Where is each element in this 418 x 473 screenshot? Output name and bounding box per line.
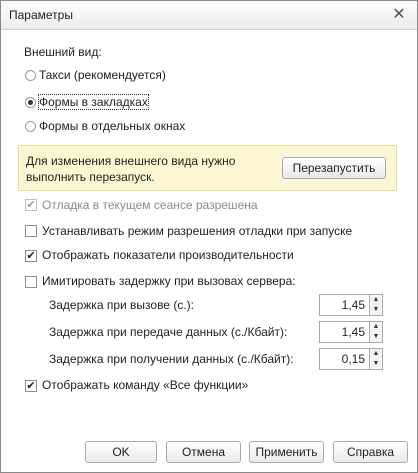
radio-label-windows[interactable]: Формы в отдельных окнах xyxy=(39,119,185,133)
delay-call-label: Задержка при вызове (с.): xyxy=(49,298,194,312)
spin-up-icon[interactable]: ▲ xyxy=(370,295,382,305)
radio-button-tabs[interactable] xyxy=(25,97,36,108)
delay-send-label: Задержка при передаче данных (с./Кбайт): xyxy=(49,325,288,339)
spin-up-icon[interactable]: ▲ xyxy=(370,349,382,359)
radio-button-taxi[interactable] xyxy=(25,70,36,81)
restart-notice: Для изменения внешнего вида нужно выполн… xyxy=(18,145,397,191)
window-title: Параметры xyxy=(9,8,73,22)
debug-on-start-checkbox[interactable] xyxy=(25,225,37,237)
restart-button[interactable]: Перезапустить xyxy=(282,157,386,179)
show-performance-label[interactable]: Отображать показатели производительности xyxy=(42,248,294,262)
debug-session-checkbox: ✔ xyxy=(25,199,37,211)
notice-text-line2: выполнить перезапуск. xyxy=(26,170,155,184)
show-all-functions-checkbox[interactable]: ✔ xyxy=(25,380,37,392)
radio-label-tabs[interactable]: Формы в закладках xyxy=(38,94,149,110)
simulate-delay-checkbox[interactable] xyxy=(25,276,37,288)
debug-on-start-label[interactable]: Устанавливать режим разрешения отладки п… xyxy=(42,224,352,238)
delay-call-field[interactable]: 1,45 xyxy=(319,294,370,316)
ok-button[interactable]: OK xyxy=(85,441,157,463)
debug-session-label: Отладка в текущем сеансе разрешена xyxy=(42,198,258,212)
delay-call-spinner[interactable]: ▲ ▼ xyxy=(370,294,383,316)
simulate-delay-label[interactable]: Имитировать задержку при вызовах сервера… xyxy=(42,274,296,288)
spin-down-icon[interactable]: ▼ xyxy=(370,359,382,369)
spin-up-icon[interactable]: ▲ xyxy=(370,322,382,332)
notice-text-line1: Для изменения внешнего вида нужно xyxy=(26,154,236,168)
spin-down-icon[interactable]: ▼ xyxy=(370,332,382,342)
parameters-dialog: Параметры ✕ Внешний вид: Такси (рекоменд… xyxy=(0,0,418,473)
delay-send-field[interactable]: 1,45 xyxy=(319,321,370,343)
show-all-functions-label[interactable]: Отображать команду «Все функции» xyxy=(42,378,248,392)
help-button[interactable]: Справка xyxy=(333,441,408,463)
delay-send-spinner[interactable]: ▲ ▼ xyxy=(370,321,383,343)
radio-label-taxi[interactable]: Такси (рекомендуется) xyxy=(39,68,166,82)
appearance-heading: Внешний вид: xyxy=(24,45,102,59)
delay-receive-label: Задержка при получении данных (с./Кбайт)… xyxy=(49,352,294,366)
close-icon[interactable]: ✕ xyxy=(389,5,409,25)
apply-button[interactable]: Применить xyxy=(249,441,324,463)
title-bar: Параметры ✕ xyxy=(1,1,417,30)
cancel-button[interactable]: Отмена xyxy=(166,441,241,463)
show-performance-checkbox[interactable]: ✔ xyxy=(25,250,37,262)
spin-down-icon[interactable]: ▼ xyxy=(370,305,382,315)
delay-receive-spinner[interactable]: ▲ ▼ xyxy=(370,348,383,370)
radio-button-windows[interactable] xyxy=(25,121,36,132)
delay-receive-field[interactable]: 0,15 xyxy=(319,348,370,370)
